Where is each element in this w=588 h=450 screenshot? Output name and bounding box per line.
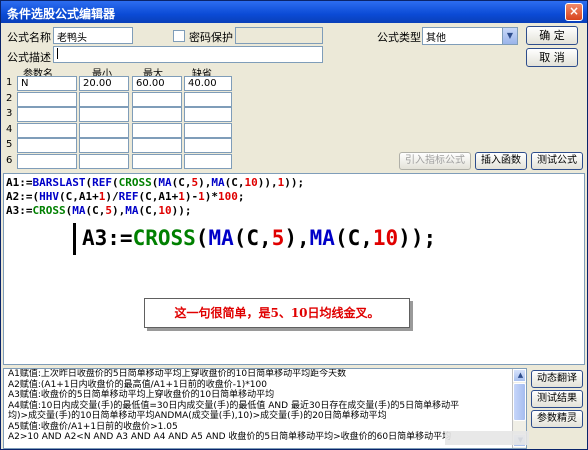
param-cell-default[interactable] <box>184 107 232 122</box>
code-line-2: A2:=(HHV(C,A1+1)/REF(C,A1+1)-1)*100; <box>6 190 245 203</box>
scroll-thumb[interactable] <box>513 383 526 421</box>
translation-line: A1赋值:上次昨日收盘价的5日简单移动平均上穿收盘价的10日简单移动平均距今天数 <box>8 369 347 379</box>
password-input[interactable] <box>235 27 323 44</box>
close-button[interactable]: × <box>565 3 583 21</box>
param-cell-min[interactable] <box>79 107 129 122</box>
formula-name-input[interactable]: 老鸭头 <box>53 27 133 44</box>
param-cell-name[interactable] <box>17 138 77 153</box>
param-cell-default[interactable] <box>184 122 232 138</box>
chevron-down-icon[interactable]: ▼ <box>502 28 517 44</box>
param-cell-max[interactable] <box>132 122 182 138</box>
param-row-number: 3 <box>6 108 13 119</box>
test-result-button[interactable]: 测试结果 <box>531 390 583 408</box>
translation-line: A2赋值:(A1+1日内收盘价的最高值/A1+1日前的收盘价-1)*100 <box>8 379 267 390</box>
param-wizard-button[interactable]: 参数精灵 <box>531 410 583 428</box>
title-bar[interactable]: 条件选股公式编辑器 × <box>1 1 587 23</box>
formula-type-select[interactable]: 其他 ▼ <box>422 27 518 45</box>
param-cell-max[interactable]: 60.00 <box>132 76 182 91</box>
param-cell-default[interactable] <box>184 153 232 169</box>
param-cell-default[interactable]: 40.00 <box>184 76 232 91</box>
code-line-3: A3:=CROSS(MA(C,5),MA(C,10)); <box>6 204 192 217</box>
zoomed-code-line: A3:=CROSS(MA(C,5),MA(C,10)); <box>82 226 437 250</box>
param-cell-max[interactable] <box>132 153 182 169</box>
password-checkbox[interactable] <box>173 30 185 42</box>
formula-name-label: 公式名称 <box>7 31 51 44</box>
import-indicator-button[interactable]: 引入指标公式 <box>399 152 471 170</box>
translation-line: 均)>成交量(手)的10日简单移动平均ANDMA(成交量(手),10)>成交量(… <box>8 411 387 421</box>
param-cell-min[interactable] <box>79 153 129 169</box>
param-cell-max[interactable] <box>132 107 182 122</box>
param-row-number: 1 <box>6 77 13 88</box>
translation-line: A4赋值:10日内成交量(手)的最低值=30日内成交量(手)的最低值 AND 最… <box>8 400 460 411</box>
translation-line: A3赋值:收盘价的5日简单移动平均上穿收盘价的10日简单移动平均 <box>8 390 275 400</box>
cancel-button[interactable]: 取 消 <box>526 48 578 67</box>
param-cell-name[interactable]: N <box>17 76 77 91</box>
window-title: 条件选股公式编辑器 <box>7 7 116 21</box>
code-line-1: A1:=BARSLAST(REF(CROSS(MA(C,5),MA(C,10))… <box>6 176 305 189</box>
param-row-number: 5 <box>6 139 13 150</box>
param-cell-min[interactable] <box>79 91 129 107</box>
param-cell-name[interactable] <box>17 153 77 169</box>
param-cell-default[interactable] <box>184 138 232 153</box>
param-cell-name[interactable] <box>17 91 77 107</box>
formula-editor-window: 条件选股公式编辑器 × 公式名称 老鸭头 密码保护 公式类型 其他 ▼ 确 定 … <box>0 0 588 450</box>
scroll-up-icon[interactable]: ▲ <box>513 369 526 382</box>
param-row-number: 2 <box>6 92 13 104</box>
param-cell-min[interactable] <box>79 122 129 138</box>
param-cell-min[interactable] <box>79 138 129 153</box>
param-cell-max[interactable] <box>132 91 182 107</box>
text-cursor <box>73 223 76 255</box>
test-formula-button[interactable]: 测试公式 <box>531 152 583 170</box>
code-editor[interactable]: A1:=BARSLAST(REF(CROSS(MA(C,5),MA(C,10))… <box>3 173 585 365</box>
formula-type-value: 其他 <box>426 33 446 44</box>
password-label: 密码保护 <box>189 31 233 44</box>
text-cursor <box>57 48 58 59</box>
ok-button[interactable]: 确 定 <box>526 26 578 45</box>
formula-type-label: 公式类型 <box>377 31 421 44</box>
param-cell-name[interactable] <box>17 107 77 122</box>
param-row-number: 6 <box>6 154 13 166</box>
param-cell-max[interactable] <box>132 138 182 153</box>
param-cell-name[interactable] <box>17 122 77 138</box>
dynamic-translate-button[interactable]: 动态翻译 <box>531 370 583 388</box>
param-cell-default[interactable] <box>184 91 232 107</box>
param-cell-min[interactable]: 20.00 <box>79 76 129 91</box>
insert-function-button[interactable]: 插入函数 <box>475 152 527 170</box>
annotation-callout: 这一句很简单，是5、10日均线金叉。 <box>144 298 410 328</box>
formula-desc-input[interactable] <box>53 46 323 63</box>
formula-desc-label: 公式描述 <box>7 51 51 64</box>
param-row-number: 4 <box>6 123 13 135</box>
watermark-overlay <box>445 431 529 445</box>
